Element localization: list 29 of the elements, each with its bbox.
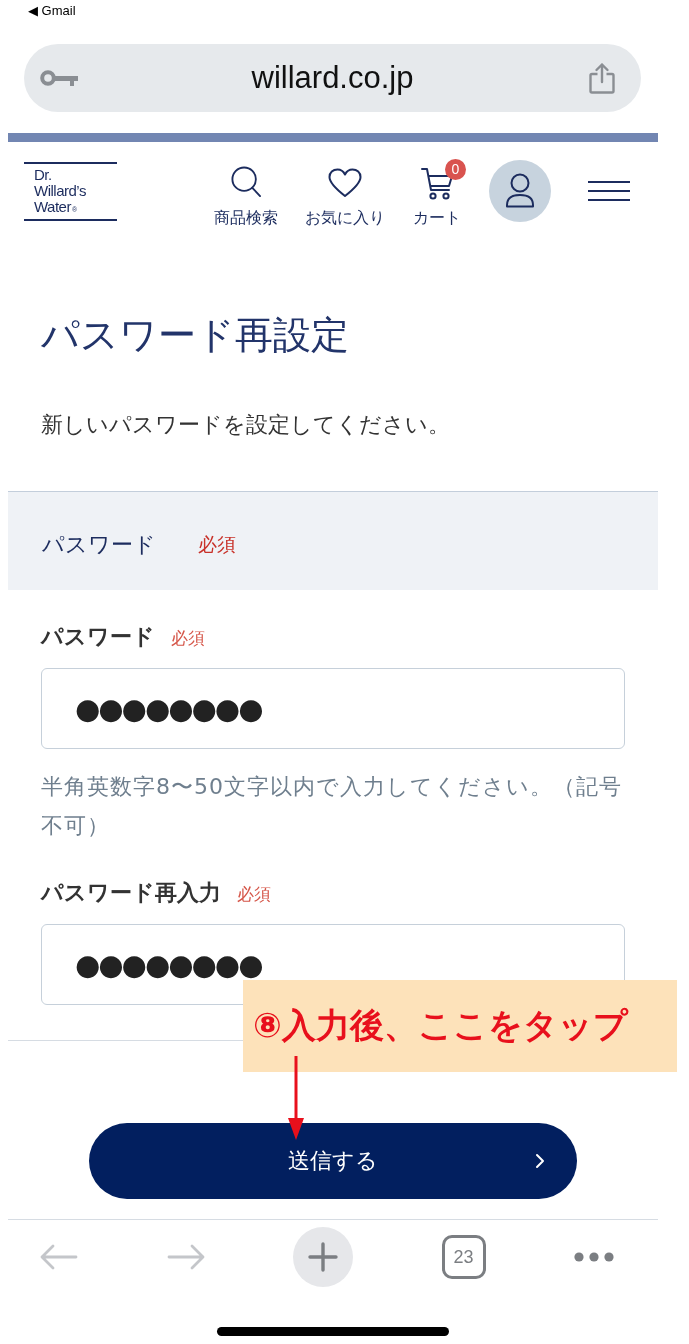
hint-text: 半角英数字8〜50文字以内で入力してください。（記号不可） <box>41 773 623 840</box>
favorites-button[interactable]: お気に入り <box>299 154 391 228</box>
person-icon[interactable] <box>489 160 551 222</box>
password-field[interactable]: ●●●●●●●● <box>41 668 625 749</box>
key-icon <box>40 70 78 86</box>
field-label: パスワード <box>41 623 155 651</box>
required-label: 必須 <box>171 627 205 650</box>
required-label: 必須 <box>237 883 271 906</box>
intro-text: 新しいパスワードを設定してください。 <box>41 411 451 439</box>
back-to-app-link[interactable]: ◀ Gmail <box>28 3 76 18</box>
menu-icon[interactable] <box>588 180 630 202</box>
chevron-right-icon <box>535 1153 545 1169</box>
submit-button[interactable]: 送信する <box>89 1123 577 1199</box>
plus-icon[interactable] <box>293 1227 353 1287</box>
field-label: パスワード再入力 <box>41 879 221 907</box>
search-button[interactable]: 商品検索 <box>206 154 286 228</box>
cart-count-badge: 0 <box>445 159 466 180</box>
heart-icon <box>328 168 362 198</box>
address-bar[interactable]: willard.co.jp <box>24 44 641 112</box>
tab-count-button[interactable]: 23 <box>441 1235 486 1279</box>
section-label: パスワード <box>42 531 156 559</box>
search-icon <box>231 166 261 197</box>
share-icon[interactable] <box>589 62 615 94</box>
required-label: 必須 <box>198 532 236 557</box>
annotation-tooltip: ⑧入力後、ここをタップ <box>243 980 677 1072</box>
three-dots-icon[interactable] <box>574 1252 614 1262</box>
cart-button[interactable]: 0 カート <box>407 154 467 228</box>
cart-icon <box>421 166 453 200</box>
page-title: パスワード再設定 <box>41 312 350 359</box>
